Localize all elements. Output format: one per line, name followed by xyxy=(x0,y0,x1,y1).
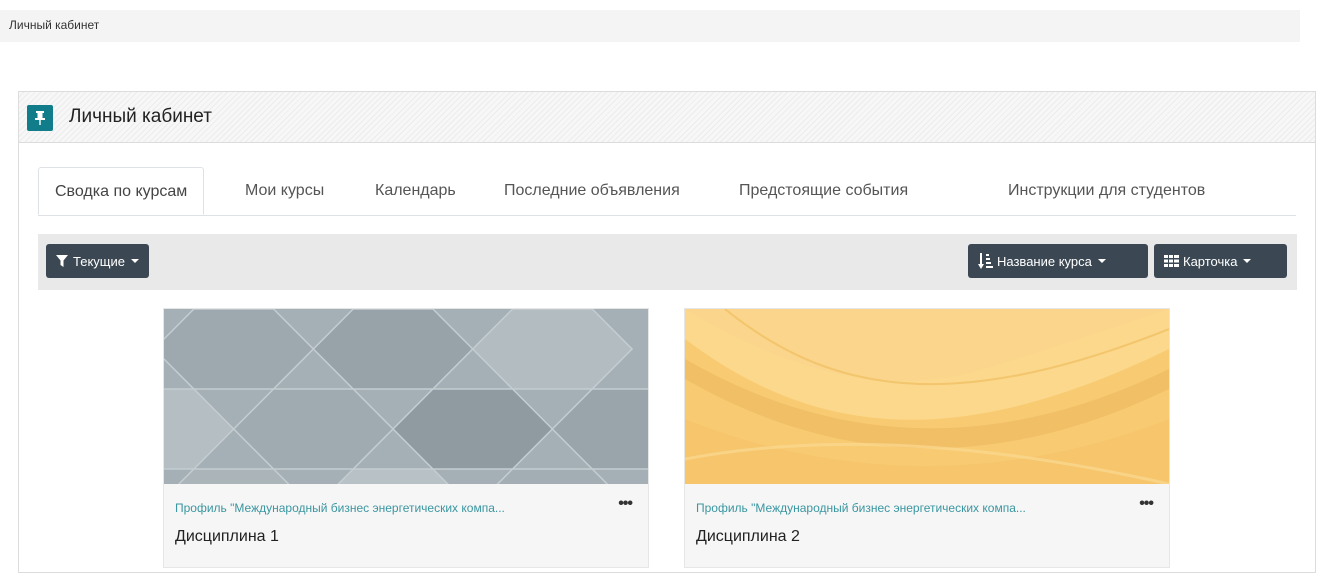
tab-latest-announcements[interactable]: Последние объявления xyxy=(504,167,680,215)
tab-my-courses[interactable]: Мои курсы xyxy=(245,167,324,215)
course-name[interactable]: Дисциплина 2 xyxy=(696,528,800,546)
tab-calendar[interactable]: Календарь xyxy=(375,167,456,215)
sort-icon xyxy=(978,253,993,269)
sort-label: Название курса xyxy=(997,253,1092,269)
more-options-icon[interactable]: ••• xyxy=(1139,495,1154,513)
course-toolbar: Текущие Название курса Карточка xyxy=(38,234,1297,290)
course-category[interactable]: Профиль "Международный бизнес энергетиче… xyxy=(696,501,1026,515)
breadcrumb: Личный кабинет xyxy=(0,10,1300,42)
view-button[interactable]: Карточка xyxy=(1154,244,1287,278)
course-image xyxy=(685,309,1169,484)
course-name[interactable]: Дисциплина 1 xyxy=(175,528,279,546)
course-card[interactable]: Профиль "Международный бизнес энергетиче… xyxy=(684,308,1170,568)
grid-icon xyxy=(1164,255,1179,267)
tab-bar: Сводка по курсам Мои курсы Календарь Пос… xyxy=(38,167,1296,216)
sort-button[interactable]: Название курса xyxy=(968,244,1148,278)
page-title: Личный кабинет xyxy=(69,106,212,127)
view-label: Карточка xyxy=(1183,253,1238,269)
dashboard-block: Личный кабинет Сводка по курсам Мои курс… xyxy=(18,91,1316,573)
pin-icon xyxy=(27,105,53,131)
tab-upcoming-events[interactable]: Предстоящие события xyxy=(739,167,908,215)
tab-course-overview[interactable]: Сводка по курсам xyxy=(38,167,205,215)
course-card[interactable]: Профиль "Международный бизнес энергетиче… xyxy=(163,308,649,568)
block-header: Личный кабинет xyxy=(19,92,1315,143)
course-image xyxy=(164,309,648,484)
tab-student-instructions[interactable]: Инструкции для студентов xyxy=(1008,167,1205,215)
chevron-down-icon xyxy=(130,259,139,263)
filter-label: Текущие xyxy=(73,253,125,269)
filter-button[interactable]: Текущие xyxy=(46,244,149,278)
filter-icon xyxy=(56,255,68,267)
chevron-down-icon xyxy=(1243,259,1252,263)
course-category[interactable]: Профиль "Международный бизнес энергетиче… xyxy=(175,501,505,515)
more-options-icon[interactable]: ••• xyxy=(618,495,633,513)
chevron-down-icon xyxy=(1097,259,1106,263)
breadcrumb-item[interactable]: Личный кабинет xyxy=(9,18,99,32)
